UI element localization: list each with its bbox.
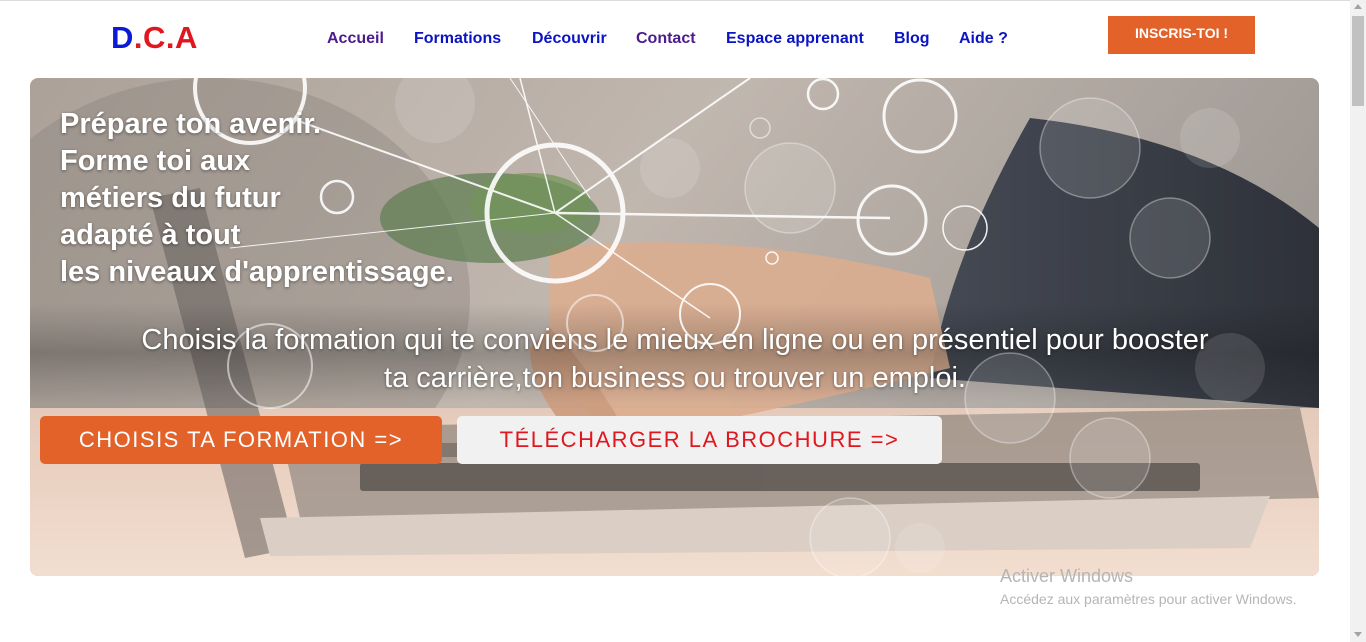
logo-letter-c: C — [143, 20, 166, 55]
watermark-subtitle: Accédez aux paramètres pour activer Wind… — [1000, 591, 1297, 607]
headline-line: les niveaux d'apprentissage. — [60, 256, 454, 288]
hero-banner: Prépare ton avenir. Forme toi aux métier… — [30, 78, 1319, 576]
download-brochure-button[interactable]: TÉLÉCHARGER LA BROCHURE => — [457, 416, 942, 464]
windows-activation-watermark: Activer Windows Accédez aux paramètres p… — [1000, 566, 1296, 607]
scroll-thumb[interactable] — [1352, 16, 1364, 106]
signup-button[interactable]: INSCRIS-TOI ! — [1108, 16, 1255, 54]
scroll-up-arrow-icon[interactable] — [1354, 4, 1362, 9]
nav-contact[interactable]: Contact — [636, 30, 696, 48]
nav-espace-apprenant[interactable]: Espace apprenant — [726, 30, 864, 48]
scroll-down-arrow-icon[interactable] — [1354, 632, 1362, 637]
logo-dot: . — [133, 20, 144, 55]
subtitle-line: Choisis la formation qui te conviens le … — [141, 324, 1209, 356]
headline-line: Forme toi aux — [60, 145, 251, 177]
nav-decouvrir[interactable]: Découvrir — [532, 30, 607, 48]
hero-headline: Prépare ton avenir. Forme toi aux métier… — [60, 106, 454, 291]
top-border — [0, 0, 1350, 1]
nav-blog[interactable]: Blog — [894, 30, 930, 48]
watermark-title: Activer Windows — [1000, 566, 1134, 586]
headline-line: adapté à tout — [60, 219, 241, 251]
headline-line: Prépare ton avenir. — [60, 108, 322, 140]
choose-training-button[interactable]: CHOISIS TA FORMATION => — [40, 416, 442, 464]
headline-line: métiers du futur — [60, 182, 281, 214]
nav-formations[interactable]: Formations — [414, 30, 501, 48]
logo-letter-a: .A — [165, 20, 198, 55]
nav-aide[interactable]: Aide ? — [959, 30, 1008, 48]
logo-letter-d: D — [111, 20, 134, 55]
subtitle-line: ta carrière,ton business ou trouver un e… — [384, 362, 966, 394]
nav-accueil[interactable]: Accueil — [327, 30, 384, 48]
vertical-scrollbar[interactable] — [1350, 0, 1366, 642]
hero-subtitle: Choisis la formation qui te conviens le … — [70, 321, 1280, 397]
site-logo[interactable]: D.C.A — [111, 20, 198, 56]
